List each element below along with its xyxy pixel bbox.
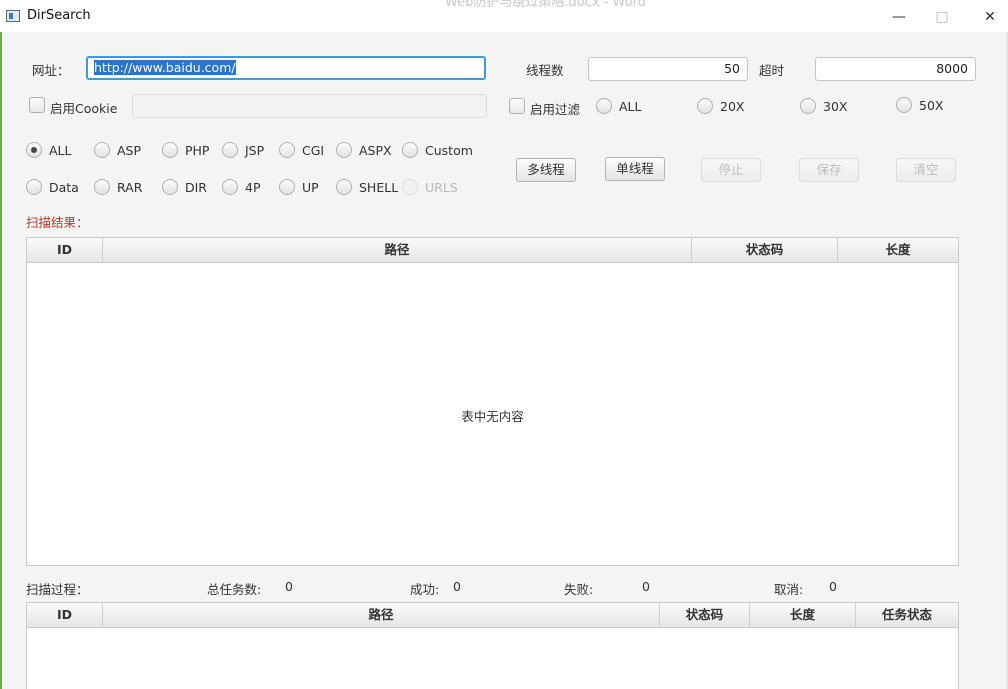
radio-icon xyxy=(402,142,418,158)
dict-radio-cgi[interactable]: CGI xyxy=(279,142,324,158)
filter-radio-30x[interactable]: 30X xyxy=(800,98,847,114)
cookie-input[interactable] xyxy=(132,94,487,118)
filter-radio-all[interactable]: ALL xyxy=(596,98,641,114)
column-header-path[interactable]: 路径 xyxy=(103,603,660,627)
url-input-value: http://www.baidu.com/ xyxy=(94,60,236,75)
empty-table-placeholder: 表中无内容 xyxy=(461,409,524,424)
progress-table-header: ID 路径 状态码 长度 任务状态 xyxy=(27,603,958,628)
multi-thread-button[interactable]: 多线程 xyxy=(516,158,576,182)
column-header-length[interactable]: 长度 xyxy=(750,603,856,627)
radio-icon xyxy=(279,179,295,195)
title-bar: Web防护与绕过策略.docx - Word DirSearch — □ ✕ xyxy=(0,0,1008,32)
radio-icon xyxy=(697,98,713,114)
dict-radio-all[interactable]: ALL xyxy=(26,142,71,158)
radio-icon xyxy=(596,98,612,114)
dict-radio-aspx[interactable]: ASPX xyxy=(336,142,392,158)
stop-button[interactable]: 停止 xyxy=(701,158,761,182)
dict-radio-data[interactable]: Data xyxy=(26,179,79,195)
column-header-id[interactable]: ID xyxy=(27,238,103,262)
progress-label: 扫描过程： xyxy=(26,582,89,597)
timeout-label: 超时 xyxy=(759,63,785,78)
radio-icon xyxy=(336,179,352,195)
column-header-status-code[interactable]: 状态码 xyxy=(692,238,838,262)
column-header-length[interactable]: 长度 xyxy=(838,238,958,262)
fail-label: 失败: xyxy=(564,582,594,597)
total-tasks-value: 0 xyxy=(285,579,293,594)
results-table-header: ID 路径 状态码 长度 xyxy=(27,238,958,263)
radio-icon xyxy=(336,142,352,158)
radio-icon xyxy=(162,142,178,158)
cancel-value: 0 xyxy=(829,579,837,594)
radio-icon xyxy=(402,179,418,195)
dict-radio-shell[interactable]: SHELL xyxy=(336,179,398,195)
results-table[interactable]: ID 路径 状态码 长度 表中无内容 xyxy=(26,237,959,566)
radio-icon xyxy=(800,98,816,114)
app-icon xyxy=(6,10,20,22)
dict-radio-up[interactable]: UP xyxy=(279,179,319,195)
radio-icon xyxy=(279,142,295,158)
dict-radio-rar[interactable]: RAR xyxy=(94,179,142,195)
dict-radio-asp[interactable]: ASP xyxy=(94,142,141,158)
filter-checkbox[interactable] xyxy=(509,98,525,114)
url-label: 网址： xyxy=(32,63,70,78)
radio-icon xyxy=(94,142,110,158)
dict-radio-php[interactable]: PHP xyxy=(162,142,209,158)
window-edge xyxy=(0,32,2,689)
radio-icon xyxy=(896,97,912,113)
cookie-checkbox[interactable] xyxy=(29,97,45,113)
column-header-task-status[interactable]: 任务状态 xyxy=(856,603,958,627)
dict-radio-4p[interactable]: 4P xyxy=(222,179,261,195)
success-value: 0 xyxy=(453,579,461,594)
radio-icon xyxy=(26,179,42,195)
column-header-path[interactable]: 路径 xyxy=(103,238,692,262)
filter-label: 启用过滤 xyxy=(530,102,581,117)
results-label: 扫描结果： xyxy=(26,215,89,230)
cookie-label: 启用Cookie xyxy=(50,101,118,116)
success-label: 成功: xyxy=(410,582,440,597)
threads-input[interactable]: 50 xyxy=(588,57,748,81)
radio-icon xyxy=(222,179,238,195)
background-window-title: Web防护与绕过策略.docx - Word xyxy=(445,0,646,10)
radio-icon xyxy=(162,179,178,195)
column-header-id[interactable]: ID xyxy=(27,603,103,627)
single-thread-button[interactable]: 单线程 xyxy=(605,157,665,181)
dict-radio-custom[interactable]: Custom xyxy=(402,142,473,158)
filter-radio-20x[interactable]: 20X xyxy=(697,98,744,114)
radio-selected-icon xyxy=(26,142,42,158)
threads-label: 线程数 xyxy=(526,63,564,78)
total-tasks-label: 总任务数: xyxy=(207,582,262,597)
minimize-button[interactable]: — xyxy=(884,6,914,28)
close-button[interactable]: ✕ xyxy=(975,6,1005,28)
save-button[interactable]: 保存 xyxy=(799,158,859,182)
progress-table[interactable]: ID 路径 状态码 长度 任务状态 xyxy=(26,602,959,689)
clear-button[interactable]: 清空 xyxy=(896,158,956,182)
filter-radio-50x[interactable]: 50X xyxy=(896,97,943,113)
dict-radio-jsp[interactable]: JSP xyxy=(222,142,264,158)
radio-icon xyxy=(94,179,110,195)
maximize-button[interactable]: □ xyxy=(927,6,957,28)
timeout-input[interactable]: 8000 xyxy=(815,57,976,81)
fail-value: 0 xyxy=(642,579,650,594)
radio-icon xyxy=(222,142,238,158)
column-header-status-code[interactable]: 状态码 xyxy=(660,603,750,627)
cancel-label: 取消: xyxy=(774,582,804,597)
dict-radio-urls: URLS xyxy=(402,179,458,195)
window-title: DirSearch xyxy=(27,8,91,23)
dict-radio-dir[interactable]: DIR xyxy=(162,179,207,195)
url-input[interactable]: http://www.baidu.com/ xyxy=(86,56,486,80)
